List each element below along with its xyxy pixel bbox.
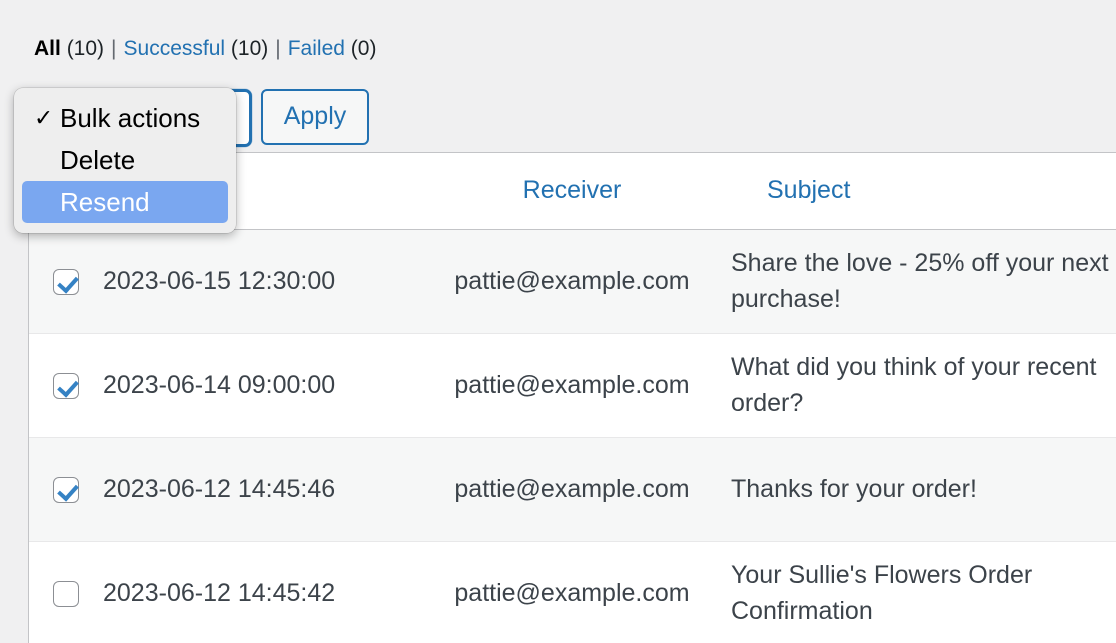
row-subject: Thanks for your order! xyxy=(731,437,1116,542)
row-checkbox-cell xyxy=(29,333,103,438)
admin-page: All (10) | Successful (10) | Failed (0) Appl… xyxy=(0,0,1116,643)
table-row[interactable]: 2023-06-12 14:45:46 pattie@example.com T… xyxy=(29,437,1116,542)
dropdown-option-resend[interactable]: Resend xyxy=(22,181,228,223)
dropdown-option-bulk-actions[interactable]: ✓ Bulk actions xyxy=(14,97,236,139)
view-filter-failed-count: (0) xyxy=(350,37,377,60)
dropdown-option-bulk-actions-label: Bulk actions xyxy=(60,102,201,133)
row-receiver: pattie@example.com xyxy=(413,541,731,643)
row-checkbox[interactable] xyxy=(53,581,79,608)
row-subject: Share the love - 25% off your next purch… xyxy=(731,229,1116,334)
view-filter-successful[interactable]: Successful (10) xyxy=(124,37,269,60)
view-filter-failed-label[interactable]: Failed xyxy=(288,37,345,60)
table-row[interactable]: 2023-06-14 09:00:00 pattie@example.com W… xyxy=(29,333,1116,438)
row-date: 2023-06-12 14:45:42 xyxy=(103,541,413,643)
view-filter-all-count: (10) xyxy=(66,37,105,60)
row-date: 2023-06-15 12:30:00 xyxy=(103,229,413,334)
check-icon: ✓ xyxy=(34,104,54,131)
row-checkbox-cell xyxy=(29,541,103,643)
row-subject: Your Sullie's Flowers Order Confirmation xyxy=(731,541,1116,643)
row-receiver: pattie@example.com xyxy=(413,229,731,334)
view-filter-separator-1: | xyxy=(111,37,117,60)
view-filter-all[interactable]: All (10) xyxy=(34,37,104,60)
dropdown-option-delete-label: Delete xyxy=(60,144,136,175)
view-filter-separator-2: | xyxy=(275,37,281,60)
row-checkbox[interactable] xyxy=(53,373,79,400)
apply-button[interactable]: Apply xyxy=(261,89,369,145)
table-body: 2023-06-15 12:30:00 pattie@example.com S… xyxy=(29,229,1116,643)
row-receiver: pattie@example.com xyxy=(413,437,731,542)
dropdown-option-delete[interactable]: Delete xyxy=(14,139,236,181)
row-checkbox[interactable] xyxy=(53,269,79,296)
table-row[interactable]: 2023-06-15 12:30:00 pattie@example.com S… xyxy=(29,229,1116,334)
view-filter-all-label[interactable]: All xyxy=(34,37,61,60)
view-filter-failed[interactable]: Failed (0) xyxy=(288,37,377,60)
bulk-actions-dropdown-menu: ✓ Bulk actions Delete Resend xyxy=(14,88,236,233)
row-date: 2023-06-12 14:45:46 xyxy=(103,437,413,542)
view-filter-successful-count: (10) xyxy=(230,37,269,60)
view-filter-successful-label[interactable]: Successful xyxy=(124,37,226,60)
column-header-subject[interactable]: Subject xyxy=(731,153,1116,230)
column-header-receiver[interactable]: Receiver xyxy=(413,153,731,230)
row-checkbox-cell xyxy=(29,229,103,334)
view-filter-links: All (10) | Successful (10) | Failed (0) xyxy=(34,34,376,64)
row-checkbox[interactable] xyxy=(53,477,79,504)
row-checkbox-cell xyxy=(29,437,103,542)
row-receiver: pattie@example.com xyxy=(413,333,731,438)
row-subject: What did you think of your recent order? xyxy=(731,333,1116,438)
dropdown-option-resend-label: Resend xyxy=(60,186,150,217)
row-date: 2023-06-14 09:00:00 xyxy=(103,333,413,438)
table-row[interactable]: 2023-06-12 14:45:42 pattie@example.com Y… xyxy=(29,541,1116,643)
